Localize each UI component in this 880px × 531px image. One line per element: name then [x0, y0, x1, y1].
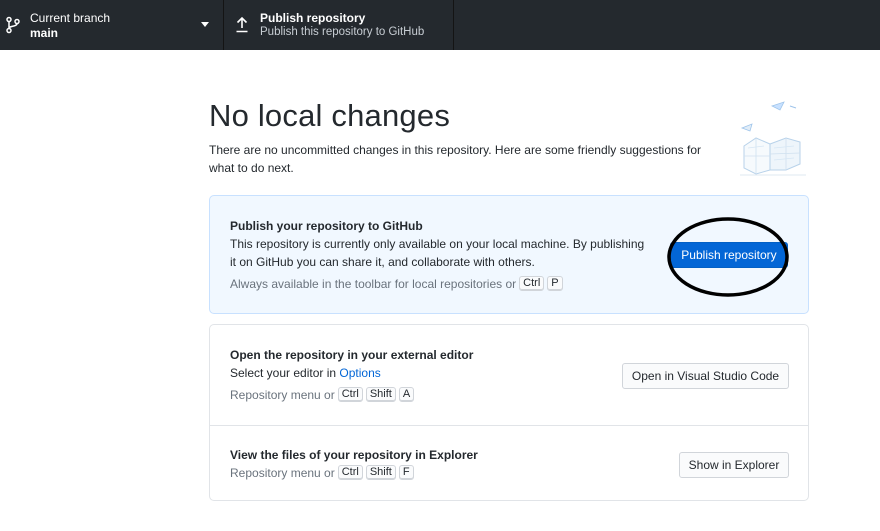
publish-card-hint: Always available in the toolbar for loca…: [230, 276, 563, 291]
editor-card-text-prefix: Select your editor in: [230, 366, 337, 380]
shortcut-key: Shift: [365, 387, 396, 402]
upload-icon: [236, 16, 248, 33]
current-branch-value: main: [30, 26, 59, 40]
toolbar: Current branch main Publish repository P…: [0, 0, 880, 50]
current-branch-label: Current branch: [30, 11, 111, 25]
shortcut-key: A: [398, 387, 415, 402]
publish-repository-button[interactable]: Publish repository: [670, 242, 788, 268]
shortcut-key: Ctrl: [519, 276, 545, 291]
publish-card-title: Publish your repository to GitHub: [230, 219, 423, 233]
publish-card-text: This repository is currently only availa…: [230, 237, 645, 269]
suggestions-card: Open the repository in your external edi…: [209, 324, 809, 501]
toolbar-publish-description: Publish this repository to GitHub: [260, 26, 425, 38]
shortcut-key: Shift: [365, 465, 396, 480]
explorer-hint-text: Repository menu or: [230, 465, 335, 480]
open-in-editor-button[interactable]: Open in Visual Studio Code: [622, 363, 789, 389]
editor-card-text: Select your editor in Options: [230, 364, 381, 382]
chevron-down-icon: [201, 22, 209, 27]
publish-hint-text: Always available in the toolbar for loca…: [230, 276, 517, 291]
explorer-card-hint: Repository menu or Ctrl Shift F: [230, 465, 414, 480]
page-title: No local changes: [209, 98, 451, 133]
shortcut-key: Ctrl: [337, 387, 363, 402]
empty-state-illustration: [740, 101, 806, 176]
show-in-explorer-button[interactable]: Show in Explorer: [679, 452, 789, 478]
page-description: There are no uncommitted changes in this…: [209, 143, 702, 175]
toolbar-publish-button[interactable]: Publish repository Publish this reposito…: [224, 0, 454, 50]
git-branch-icon: [6, 16, 20, 34]
shortcut-key: P: [547, 276, 563, 291]
toolbar-publish-label: Publish repository: [260, 11, 366, 25]
card-divider: [210, 425, 808, 426]
shortcut-key: Ctrl: [337, 465, 363, 480]
shortcut-key: F: [398, 465, 414, 480]
options-link[interactable]: Options: [339, 366, 380, 380]
current-branch-button[interactable]: Current branch main: [0, 0, 224, 50]
editor-hint-text: Repository menu or: [230, 387, 335, 402]
editor-card-hint: Repository menu or Ctrl Shift A: [230, 387, 415, 402]
editor-card-title: Open the repository in your external edi…: [230, 348, 474, 362]
explorer-card-title: View the files of your repository in Exp…: [230, 448, 478, 462]
